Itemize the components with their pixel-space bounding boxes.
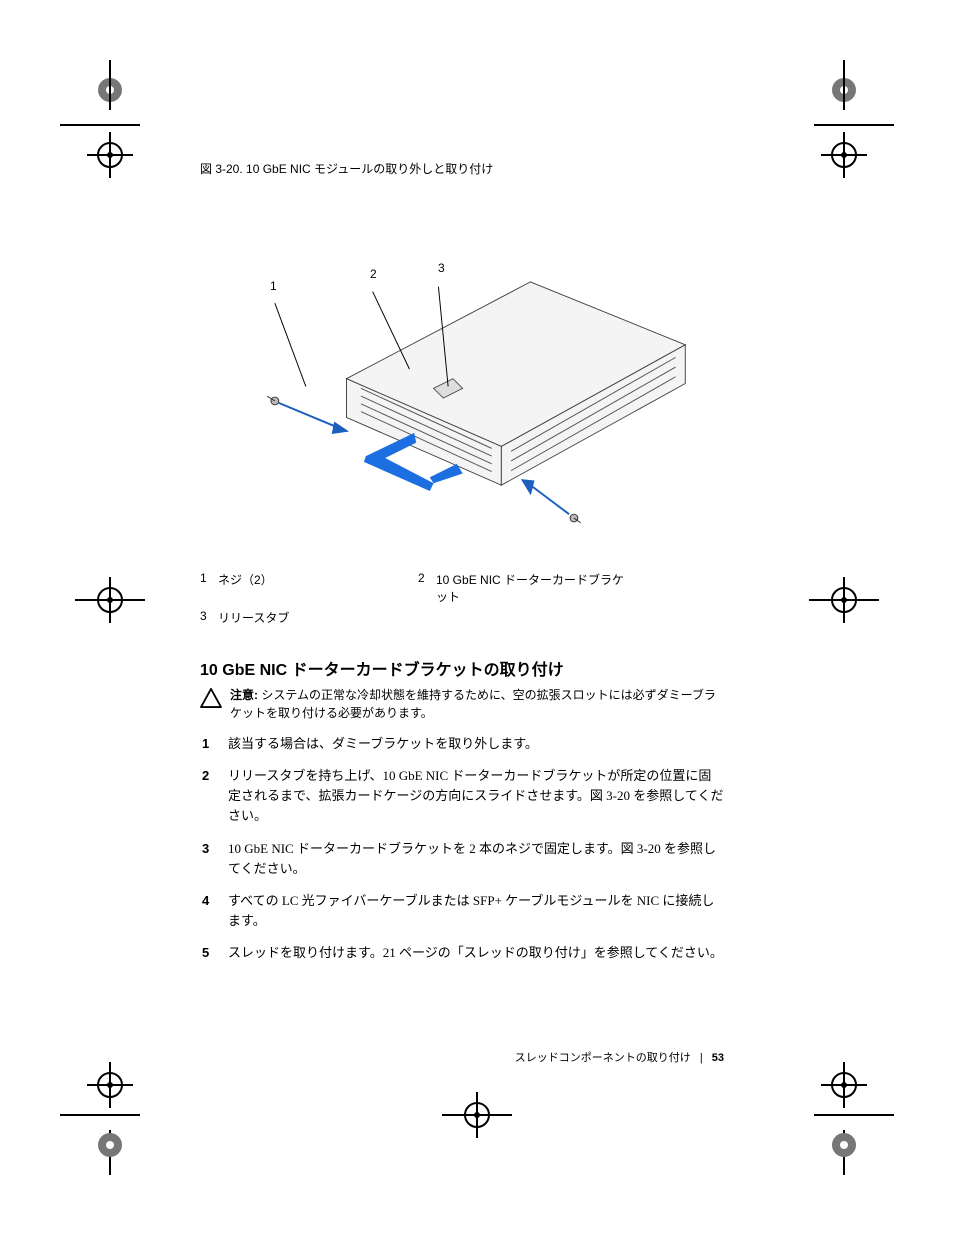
figure-caption: 図 3-20. 10 GbE NIC モジュールの取り外しと取り付け: [200, 160, 724, 177]
legend-num: 3: [200, 607, 218, 628]
step: スレッドを取り付けます。21 ページの「スレッドの取り付け」を参照してください。: [228, 943, 724, 963]
legend-label: 10 GbE NIC ドーターカードブラケット: [436, 569, 636, 607]
callout-3: 3: [438, 261, 445, 275]
page-footer: スレッドコンポーネントの取り付け | 53: [515, 1049, 724, 1065]
step: すべての LC 光ファイバーケーブルまたは SFP+ ケーブルモジュールを NI…: [228, 891, 724, 931]
crop-mark: [60, 540, 180, 660]
legend-num: [418, 607, 436, 628]
crop-mark: [417, 1055, 537, 1175]
crop-mark: [774, 1055, 894, 1175]
crop-mark: [60, 1055, 180, 1175]
callout-1: 1: [270, 279, 277, 293]
legend-label: [436, 607, 636, 628]
footer-separator: |: [700, 1052, 703, 1064]
caution-body: システムの正常な冷却状態を維持するために、空の拡張スロットには必ずダミーブラケッ…: [230, 688, 716, 720]
caution-text: 注意: システムの正常な冷却状態を維持するために、空の拡張スロットには必ずダミー…: [230, 686, 724, 722]
figure-legend: 1 ネジ（2） 2 10 GbE NIC ドーターカードブラケット 3 リリース…: [200, 569, 724, 628]
callout-2: 2: [370, 267, 377, 281]
step: 該当する場合は、ダミーブラケットを取り外します。: [228, 734, 724, 754]
footer-section: スレッドコンポーネントの取り付け: [515, 1052, 691, 1064]
legend-label: リリースタブ: [218, 607, 418, 628]
page-number: 53: [712, 1052, 724, 1064]
legend-num: 1: [200, 569, 218, 607]
crop-mark: [774, 540, 894, 660]
section-heading: 10 GbE NIC ドーターカードブラケットの取り付け: [200, 656, 724, 680]
caution-icon: [200, 688, 222, 708]
caution-label: 注意:: [230, 688, 258, 702]
crop-mark: [60, 60, 180, 180]
step: 10 GbE NIC ドーターカードブラケットを 2 本のネジで固定します。図 …: [228, 839, 724, 879]
crop-mark: [774, 60, 894, 180]
legend-num: 2: [418, 569, 436, 607]
step: リリースタブを持ち上げ、10 GbE NIC ドーターカードブラケットが所定の位…: [228, 766, 724, 826]
procedure-steps: 該当する場合は、ダミーブラケットを取り外します。 リリースタブを持ち上げ、10 …: [228, 734, 724, 963]
figure-illustration: 1 2 3: [240, 189, 724, 549]
legend-label: ネジ（2）: [218, 569, 418, 607]
